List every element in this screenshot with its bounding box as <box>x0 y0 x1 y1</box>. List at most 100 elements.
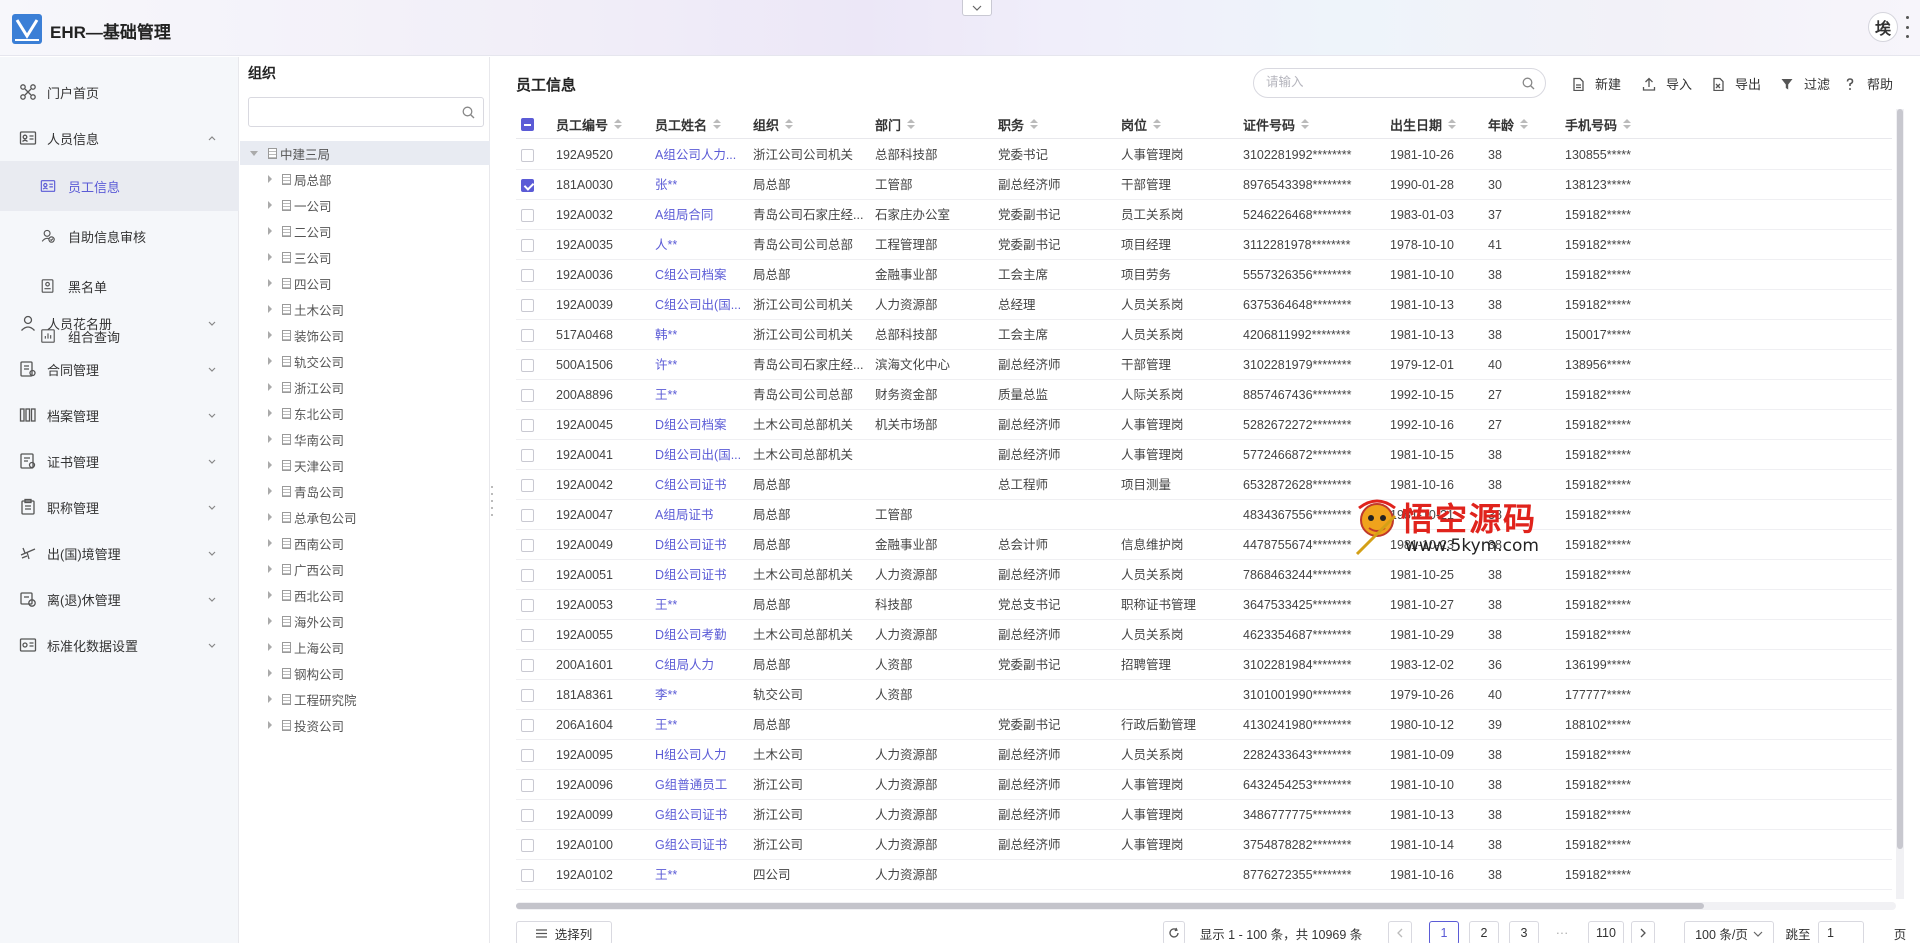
column-header[interactable]: 年龄 <box>1488 109 1529 139</box>
tree-node[interactable]: 广西公司 <box>268 557 344 581</box>
row-checkbox[interactable] <box>521 659 534 672</box>
toolbar-upload-button[interactable]: 导入 <box>1642 74 1692 93</box>
toolbar-export-doc-button[interactable]: 导出 <box>1711 74 1761 93</box>
tree-node[interactable]: 钢构公司 <box>268 661 344 685</box>
table-row[interactable]: 192A0049 D组公司证书 局总部 金融事业部 总会计师 信息维护岗 447875567… <box>516 530 1892 560</box>
row-checkbox[interactable] <box>521 209 534 222</box>
tree-node[interactable]: 四公司 <box>268 271 332 295</box>
table-row[interactable]: 192A0032 A组局合同 青岛公司石家庄经... 石家庄办公室 党委副书记 员工关系岗… <box>516 200 1892 230</box>
employee-name-link[interactable]: D组公司出(国... <box>655 440 750 470</box>
search-icon[interactable] <box>462 106 475 119</box>
more-menu-icon[interactable] <box>1904 16 1910 38</box>
table-row[interactable]: 500A1506 许** 青岛公司石家庄经... 滨海文化中心 副总经济师 干部管理 310… <box>516 350 1892 380</box>
nav-item-9[interactable]: 离(退)休管理 <box>0 576 239 622</box>
row-checkbox[interactable] <box>521 149 534 162</box>
employee-name-link[interactable]: A组局证书 <box>655 500 750 530</box>
tree-node[interactable]: 土木公司 <box>268 297 344 321</box>
page-button-last[interactable]: 110 <box>1588 921 1624 943</box>
row-checkbox[interactable] <box>521 809 534 822</box>
column-header[interactable]: 部门 <box>875 109 916 139</box>
tree-node[interactable]: 一公司 <box>268 193 332 217</box>
table-row[interactable]: 192A0045 D组公司档案 土木公司总部机关 机关市场部 副总经济师 人事管理岗 528… <box>516 410 1892 440</box>
sort-icon[interactable] <box>1301 119 1310 129</box>
refresh-icon[interactable] <box>1163 921 1185 943</box>
tree-node[interactable]: 轨交公司 <box>268 349 344 373</box>
nav-item-2[interactable]: 人员信息 <box>0 115 239 161</box>
select-columns-button[interactable]: 选择列 <box>516 921 612 943</box>
column-header[interactable]: 岗位 <box>1121 109 1162 139</box>
table-row[interactable]: 181A8361 李** 轨交公司 人资部 3101001990******** 1979… <box>516 680 1892 710</box>
row-checkbox[interactable] <box>521 839 534 852</box>
nav-item-5[interactable]: 档案管理 <box>0 392 239 438</box>
table-row[interactable]: 192A0053 王** 局总部 科技部 党总支书记 职称证书管理 3647533425**… <box>516 590 1892 620</box>
table-row[interactable]: 192A0047 A组局证书 局总部 工管部 4834367556******** 198… <box>516 500 1892 530</box>
column-header[interactable]: 证件号码 <box>1243 109 1310 139</box>
employee-name-link[interactable]: 王** <box>655 590 750 620</box>
column-header[interactable]: 组织 <box>753 109 794 139</box>
tree-node[interactable]: 总承包公司 <box>268 505 357 529</box>
horizontal-scrollbar[interactable] <box>516 902 1896 910</box>
employee-name-link[interactable]: D组公司证书 <box>655 530 750 560</box>
sort-icon[interactable] <box>614 119 623 129</box>
nav-item-1[interactable]: 门户首页 <box>0 69 239 115</box>
employee-name-link[interactable]: H组公司人力 <box>655 740 750 770</box>
employee-name-link[interactable]: D组公司档案 <box>655 410 750 440</box>
column-header[interactable]: 员工姓名 <box>655 109 722 139</box>
employee-name-link[interactable]: C组公司证书 <box>655 470 750 500</box>
nav-item-7[interactable]: 职称管理 <box>0 484 239 530</box>
row-checkbox[interactable] <box>521 539 534 552</box>
search-icon[interactable] <box>1522 77 1535 90</box>
nav-subitem-3[interactable]: 黑名单 <box>0 261 239 311</box>
jump-input[interactable]: 1 <box>1818 921 1864 943</box>
table-row[interactable]: 192A0099 G组公司证书 浙江公司 人力资源部 副总经济师 人事管理岗 3486777… <box>516 800 1892 830</box>
table-row[interactable]: 192A0042 C组公司证书 局总部 总工程师 项目测量 6532872628*****… <box>516 470 1892 500</box>
page-size-select[interactable]: 100 条/页 <box>1684 921 1774 943</box>
table-row[interactable]: 192A0055 D组公司考勤 土木公司总部机关 人力资源部 副总经济师 人员关系岗 462… <box>516 620 1892 650</box>
table-row[interactable]: 517A0468 韩** 浙江公司公司机关 总部科技部 工会主席 人员关系岗 4206811… <box>516 320 1892 350</box>
nav-item-8[interactable]: 出(国)境管理 <box>0 530 239 576</box>
tree-node[interactable]: 西南公司 <box>268 531 344 555</box>
row-checkbox[interactable] <box>521 329 534 342</box>
employee-name-link[interactable]: 张** <box>655 170 750 200</box>
header-collapse-toggle[interactable] <box>962 0 992 16</box>
tree-node[interactable]: 工程研究院 <box>268 687 357 711</box>
employee-name-link[interactable]: A组公司人力... <box>655 140 750 170</box>
row-checkbox[interactable] <box>521 179 534 192</box>
table-row[interactable]: 192A0100 G组公司证书 浙江公司 人力资源部 副总经济师 人事管理岗 3754878… <box>516 830 1892 860</box>
employee-name-link[interactable]: 韩** <box>655 320 750 350</box>
row-checkbox[interactable] <box>521 449 534 462</box>
row-checkbox[interactable] <box>521 749 534 762</box>
employee-name-link[interactable]: 王** <box>655 380 750 410</box>
sort-icon[interactable] <box>1030 119 1039 129</box>
toolbar-question-button[interactable]: 帮助 <box>1843 74 1893 93</box>
table-row[interactable]: 206A1604 王** 局总部 党委副书记 行政后勤管理 4130241980*****… <box>516 710 1892 740</box>
sort-icon[interactable] <box>713 119 722 129</box>
sort-icon[interactable] <box>1623 119 1632 129</box>
table-row[interactable]: 192A0096 G组普通员工 浙江公司 人力资源部 副总经济师 人事管理岗 6432454… <box>516 770 1892 800</box>
employee-name-link[interactable]: 人** <box>655 230 750 260</box>
row-checkbox[interactable] <box>521 689 534 702</box>
sort-icon[interactable] <box>1153 119 1162 129</box>
table-row[interactable]: 192A0035 人** 青岛公司公司总部 工程管理部 党委副书记 项目经理 3112281… <box>516 230 1892 260</box>
table-row[interactable]: 200A1601 C组局人力 局总部 人资部 党委副书记 招聘管理 3102281984**… <box>516 650 1892 680</box>
tree-node[interactable]: 装饰公司 <box>268 323 344 347</box>
column-header[interactable]: 员工编号 <box>556 109 623 139</box>
tree-node[interactable]: 三公司 <box>268 245 332 269</box>
tree-node[interactable]: 浙江公司 <box>268 375 344 399</box>
toolbar-filter-button[interactable]: 过滤 <box>1780 74 1830 93</box>
nav-item-10[interactable]: 标准化数据设置 <box>0 622 239 668</box>
tree-node[interactable]: 青岛公司 <box>268 479 344 503</box>
main-search-input[interactable] <box>1266 75 1506 89</box>
employee-name-link[interactable]: 王** <box>655 710 750 740</box>
employee-name-link[interactable]: G组公司证书 <box>655 800 750 830</box>
next-page-button[interactable] <box>1631 921 1655 943</box>
employee-name-link[interactable]: D组公司考勤 <box>655 620 750 650</box>
table-row[interactable]: 192A0102 王** 四公司 人力资源部 8776272355******** 198… <box>516 860 1892 890</box>
table-row[interactable]: 192A0051 D组公司证书 土木公司总部机关 人力资源部 副总经济师 人员关系岗 786… <box>516 560 1892 590</box>
table-row[interactable]: 200A8896 王** 青岛公司公司总部 财务资金部 质量总监 人际关系岗 8857467… <box>516 380 1892 410</box>
sort-icon[interactable] <box>785 119 794 129</box>
row-checkbox[interactable] <box>521 719 534 732</box>
sort-icon[interactable] <box>1448 119 1457 129</box>
main-search-box[interactable] <box>1253 68 1546 98</box>
row-checkbox[interactable] <box>521 629 534 642</box>
